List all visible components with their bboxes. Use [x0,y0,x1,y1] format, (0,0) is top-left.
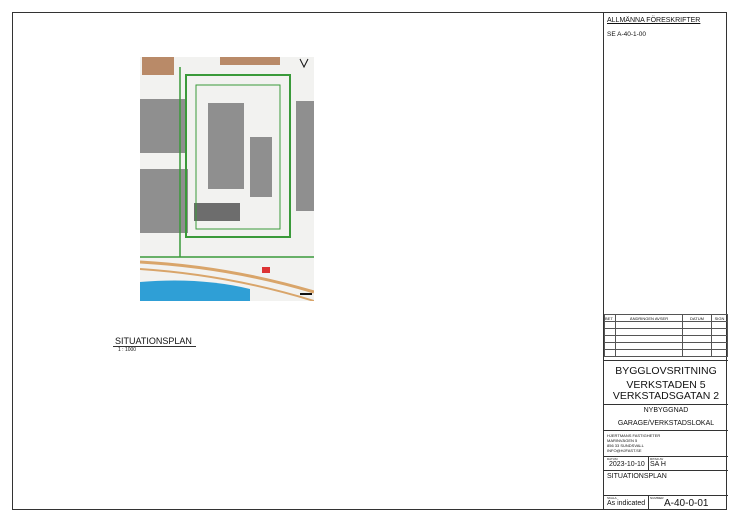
title-block: ALLMÄNNA FÖRESKRIFTER SE A-40-1-00 BET Ä… [603,12,728,510]
client-line4: INFO@HJFAST.SE [607,448,642,453]
neighbor-plot [220,57,280,65]
drawn-value: SA H [650,461,666,468]
building [208,103,244,189]
neighbor-plot [142,57,174,75]
scale-bar [300,293,312,295]
drawing-title: SITUATIONSPLAN [607,473,667,480]
rev-col-sign: SIGN [711,314,728,322]
building [296,101,314,211]
doc-type: BYGGLOVSRITNING [615,365,717,377]
rev-col-date: DATUM [682,314,712,322]
rev-col-bet: BET [604,314,616,322]
new-garage [194,203,240,221]
site-plan-drawing [140,57,314,301]
subtitle1: NYBYGGNAD [643,407,689,414]
notes-heading: ALLMÄNNA FÖRESKRIFTER [607,17,701,24]
building [250,137,272,197]
site-plan-map [140,57,314,301]
notes-ref: SE A-40-1-00 [607,31,647,38]
scale-value: As indicated [607,500,646,507]
drawing-number: A-40-0-01 [664,498,709,509]
building [140,99,186,153]
rev-col-change: ÄNDRINGEN AVSER [615,314,683,322]
view-scale: 1 : 1000 [118,347,137,353]
number-label: NUMMER [650,496,664,500]
date-value: 2023-10-10 [609,461,645,468]
project-line2: VERKSTADSGATAN 2 [612,390,720,402]
revision-table: BET ÄNDRINGEN AVSER DATUM SIGN [604,314,728,357]
subtitle2: GARAGE/VERKSTADSLOKAL [617,420,715,427]
building [140,169,188,233]
view-title: SITUATIONSPLAN [115,336,192,346]
